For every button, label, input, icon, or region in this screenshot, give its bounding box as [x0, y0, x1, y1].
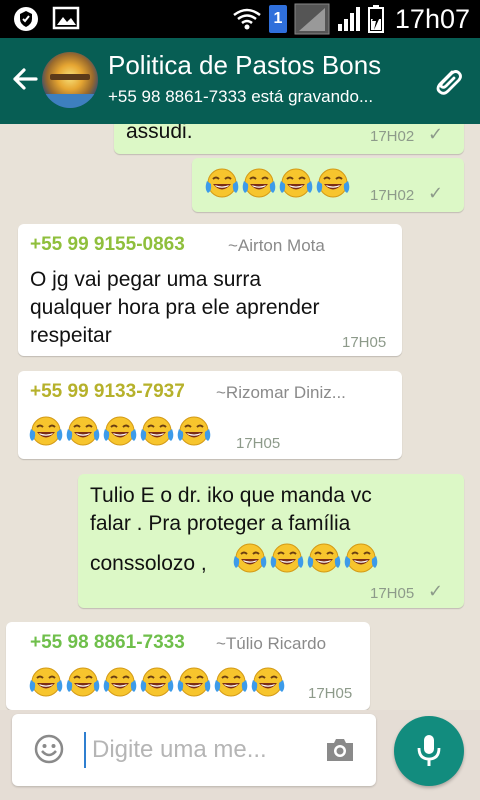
emoji-row — [28, 415, 212, 449]
tears-of-joy-emoji-icon — [269, 542, 305, 576]
signal-empty-icon — [294, 3, 330, 35]
status-bar: 1 17h07 — [0, 0, 480, 38]
message-line: Tulio E o dr. iko que manda vc — [90, 484, 372, 507]
message-line: respeitar — [30, 324, 112, 347]
message-time: 17H02 — [370, 128, 415, 145]
battery-charging-icon — [367, 5, 384, 33]
incoming-message[interactable]: +55 98 8861-7333 ~Túlio Ricardo 17H05 — [6, 622, 370, 710]
group-avatar[interactable] — [42, 52, 98, 108]
tears-of-joy-emoji-icon — [250, 666, 286, 700]
microphone-icon — [417, 735, 441, 766]
chat-header: Politica de Pastos Bons +55 98 8861-7333… — [0, 38, 480, 124]
sent-tick-icon: ✓ — [428, 124, 444, 144]
tears-of-joy-emoji-icon — [139, 415, 175, 449]
wifi-icon — [233, 8, 261, 30]
sender-phone[interactable]: +55 98 8861-7333 — [30, 632, 185, 654]
message-line: conssolozo , — [90, 552, 207, 575]
message-time: 17H05 — [370, 585, 415, 602]
message-time: 17H02 — [370, 187, 415, 204]
message-input-bar[interactable]: Digite uma me... — [12, 714, 376, 786]
paperclip-icon[interactable] — [430, 64, 466, 100]
outgoing-message[interactable]: 17H02 ✓ — [192, 158, 464, 212]
sender-phone[interactable]: +55 99 9133-7937 — [30, 381, 185, 403]
outgoing-message[interactable]: assudi. 17H02 ✓ — [114, 124, 464, 154]
message-time: 17H05 — [236, 435, 281, 452]
message-time: 17H05 — [308, 685, 353, 702]
message-line: qualquer hora pra ele aprender — [30, 296, 320, 319]
tears-of-joy-emoji-icon — [315, 167, 351, 201]
tears-of-joy-emoji-icon — [28, 415, 64, 449]
signal-icon — [337, 7, 360, 31]
chat-title[interactable]: Politica de Pastos Bons — [108, 50, 381, 81]
chat-status: +55 98 8861-7333 está gravando... — [108, 87, 374, 106]
tears-of-joy-emoji-icon — [232, 542, 268, 576]
tears-of-joy-emoji-icon — [241, 167, 277, 201]
camera-icon[interactable] — [324, 736, 356, 764]
incoming-message[interactable]: +55 99 9155-0863 ~Airton Mota O jg vai p… — [18, 224, 402, 356]
outgoing-message[interactable]: Tulio E o dr. iko que manda vc falar . P… — [78, 474, 464, 608]
tears-of-joy-emoji-icon — [176, 666, 212, 700]
sent-tick-icon: ✓ — [428, 183, 444, 203]
message-list[interactable]: assudi. 17H02 ✓ 17H02 ✓ +55 99 9155-0863… — [0, 124, 480, 710]
message-line: falar . Pra proteger a família — [90, 512, 351, 535]
sender-alias: ~Airton Mota — [228, 236, 325, 255]
message-time: 17H05 — [342, 334, 387, 351]
emoji-picker-icon[interactable] — [34, 734, 64, 764]
emoji-row — [232, 542, 379, 576]
tears-of-joy-emoji-icon — [102, 415, 138, 449]
tears-of-joy-emoji-icon — [65, 415, 101, 449]
emoji-row — [28, 666, 286, 700]
sim-badge: 1 — [268, 5, 287, 33]
message-text: assudi. — [126, 124, 193, 143]
tears-of-joy-emoji-icon — [28, 666, 64, 700]
tears-of-joy-emoji-icon — [343, 542, 379, 576]
message-line: O jg vai pegar uma surra — [30, 268, 262, 291]
clock: 17h07 — [394, 3, 470, 34]
tears-of-joy-emoji-icon — [139, 666, 175, 700]
sender-alias: ~Rizomar Diniz... — [216, 383, 346, 402]
incoming-message[interactable]: +55 99 9133-7937 ~Rizomar Diniz... 17H05 — [18, 371, 402, 459]
record-voice-button[interactable] — [394, 716, 464, 786]
emoji-row — [204, 167, 351, 201]
tears-of-joy-emoji-icon — [65, 666, 101, 700]
tears-of-joy-emoji-icon — [176, 415, 212, 449]
tears-of-joy-emoji-icon — [204, 167, 240, 201]
text-cursor — [84, 732, 86, 768]
tears-of-joy-emoji-icon — [306, 542, 342, 576]
tears-of-joy-emoji-icon — [278, 167, 314, 201]
shield-icon — [14, 7, 38, 31]
sent-tick-icon: ✓ — [428, 581, 444, 601]
tears-of-joy-emoji-icon — [102, 666, 138, 700]
back-arrow-icon[interactable] — [10, 64, 40, 94]
image-icon — [52, 6, 80, 30]
tears-of-joy-emoji-icon — [213, 666, 249, 700]
sender-phone[interactable]: +55 99 9155-0863 — [30, 234, 185, 256]
sender-alias: ~Túlio Ricardo — [216, 634, 327, 653]
message-input[interactable]: Digite uma me... — [92, 736, 267, 764]
